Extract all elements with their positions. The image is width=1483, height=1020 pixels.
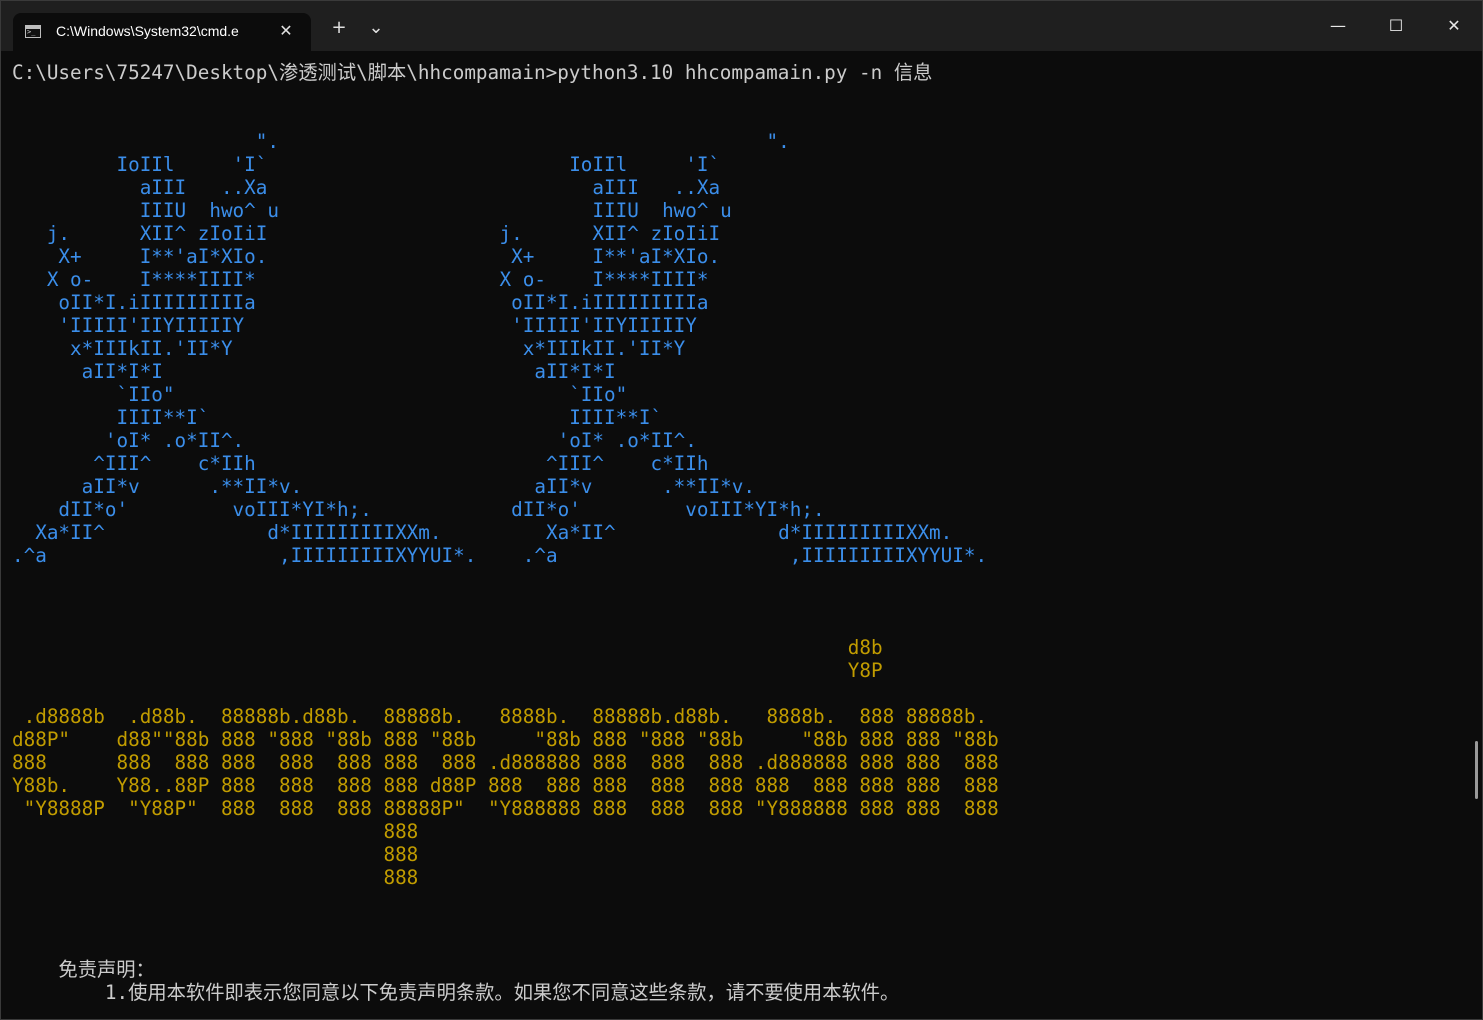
command-prompt-line: C:\Users\75247\Desktop\渗透测试\脚本\hhcompama… bbox=[12, 61, 933, 84]
disclaimer-item-1: 1.使用本软件即表示您同意以下免责声明条款。如果您不同意这些条款，请不要使用本软… bbox=[12, 981, 900, 1004]
tab-dropdown-icon[interactable]: ⌄ bbox=[361, 15, 391, 41]
terminal-output: C:\Users\75247\Desktop\渗透测试\脚本\hhcompama… bbox=[12, 61, 999, 1004]
disclaimer-title: 免责声明： bbox=[12, 958, 155, 981]
scrollbar-thumb[interactable] bbox=[1475, 741, 1478, 799]
close-button[interactable]: ✕ bbox=[1425, 1, 1482, 51]
ascii-art-blue: ". ". IoIIl 'I` IoIIl 'I` aIII ..Xa aIII… bbox=[12, 130, 988, 567]
tab-title: C:\Windows\System32\cmd.e bbox=[56, 23, 239, 39]
cmd-icon bbox=[25, 25, 41, 38]
maximize-button[interactable]: ☐ bbox=[1367, 1, 1425, 51]
tab-close-icon[interactable]: ✕ bbox=[275, 20, 297, 42]
ascii-banner-yellow: d8b Y8P .d8888b .d88b. 88888b.d88b. 8888… bbox=[12, 636, 999, 889]
terminal-content[interactable]: C:\Users\75247\Desktop\渗透测试\脚本\hhcompama… bbox=[1, 51, 1482, 1019]
title-bar: C:\Windows\System32\cmd.e ✕ + ⌄ — ☐ ✕ bbox=[1, 1, 1482, 51]
new-tab-button[interactable]: + bbox=[324, 15, 354, 41]
terminal-window: C:\Windows\System32\cmd.e ✕ + ⌄ — ☐ ✕ C:… bbox=[0, 0, 1483, 1020]
tab-cmd[interactable]: C:\Windows\System32\cmd.e ✕ bbox=[13, 13, 311, 51]
minimize-button[interactable]: — bbox=[1309, 1, 1367, 51]
